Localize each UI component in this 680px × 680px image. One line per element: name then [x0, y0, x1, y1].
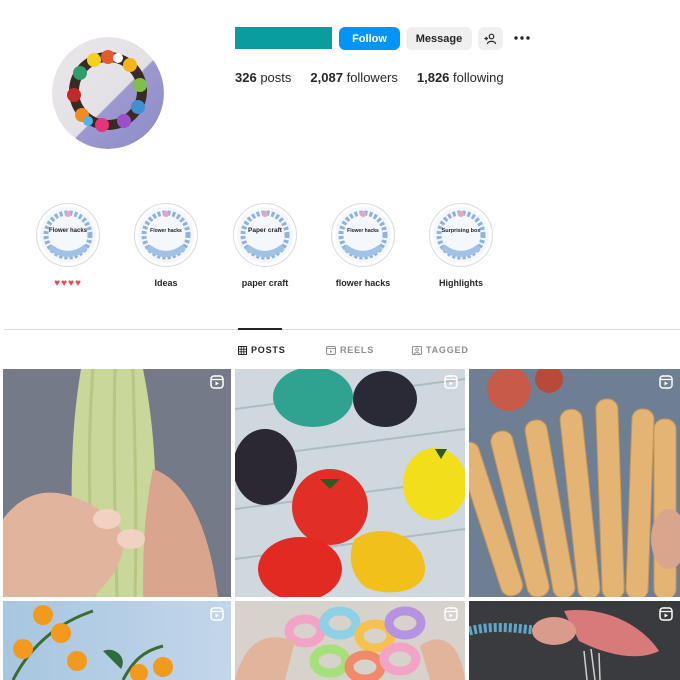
- highlight-label: paper craft: [241, 278, 289, 288]
- highlight-cover-title: Surprising box: [441, 228, 481, 234]
- reel-badge-icon: [659, 375, 673, 389]
- highlight-item[interactable]: Surprising box Highlights: [429, 203, 493, 288]
- posts-count: 326 posts: [235, 70, 292, 85]
- tab-reels[interactable]: REELS: [326, 344, 374, 356]
- post-tile[interactable]: [3, 369, 231, 597]
- follow-button[interactable]: Follow: [339, 27, 400, 50]
- highlight-item[interactable]: Flower hacks ♥♥♥♥: [36, 203, 100, 289]
- highlight-cover: Surprising box: [429, 203, 493, 267]
- reel-badge-icon: [210, 607, 224, 621]
- username-redacted: [235, 27, 332, 49]
- post-tile[interactable]: [469, 601, 680, 680]
- following-count[interactable]: 1,826 following: [417, 70, 504, 86]
- grid-icon: [238, 345, 247, 355]
- highlight-item[interactable]: Paper craft paper craft: [233, 203, 297, 288]
- reel-badge-icon: [210, 375, 224, 389]
- highlight-item[interactable]: Flower hacks Ideas: [134, 203, 198, 288]
- post-thumbnail-sugar-craft: [469, 601, 680, 680]
- highlight-cover: Flower hacks: [331, 203, 395, 267]
- reels-icon: [326, 345, 336, 355]
- highlight-cover: Flower hacks: [134, 203, 198, 267]
- tagged-icon: [412, 345, 422, 355]
- more-options-button[interactable]: [511, 28, 533, 48]
- highlight-cover-title: Paper craft: [248, 227, 282, 234]
- highlight-label: ♥♥♥♥: [54, 278, 82, 289]
- highlight-cover: Paper craft: [233, 203, 297, 267]
- tab-tagged-label: TAGGED: [426, 345, 469, 355]
- reel-badge-icon: [444, 607, 458, 621]
- tab-posts[interactable]: POSTS: [238, 344, 286, 356]
- post-thumbnail-orange-flowers: [3, 601, 231, 680]
- highlight-cover-title: Flower hacks: [150, 228, 182, 234]
- tab-posts-label: POSTS: [251, 345, 286, 355]
- highlight-label: Highlights: [439, 278, 483, 288]
- highlight-cover: Flower hacks: [36, 203, 100, 267]
- profile-avatar[interactable]: [52, 37, 164, 149]
- more-dots-icon: [514, 36, 530, 40]
- profile-stats: 326 posts 2,087 followers 1,826 followin…: [235, 70, 523, 86]
- post-tile[interactable]: [235, 601, 465, 680]
- tab-reels-label: REELS: [340, 345, 375, 355]
- suggest-user-button[interactable]: [478, 27, 503, 50]
- highlight-item[interactable]: Flower hacks flower hacks: [331, 203, 395, 288]
- highlight-cover-title: Flower hacks: [347, 228, 379, 234]
- post-tile[interactable]: [235, 369, 465, 597]
- post-tile[interactable]: [3, 601, 231, 680]
- highlight-label: Ideas: [154, 278, 178, 288]
- message-button[interactable]: Message: [406, 27, 472, 50]
- highlight-label: flower hacks: [335, 278, 391, 288]
- post-thumbnail-corn: [3, 369, 231, 597]
- highlight-cover-title: Flower hacks: [48, 228, 87, 234]
- post-thumbnail-peppers: [235, 369, 465, 597]
- tab-tagged[interactable]: TAGGED: [412, 344, 469, 356]
- followers-count[interactable]: 2,087 followers: [310, 70, 397, 86]
- post-thumbnail-rings: [235, 601, 465, 680]
- post-tile[interactable]: [469, 369, 680, 597]
- reel-badge-icon: [444, 375, 458, 389]
- reel-badge-icon: [659, 607, 673, 621]
- post-thumbnail-popsicle-sticks: [469, 369, 680, 597]
- add-user-icon: [484, 33, 497, 44]
- tabs-divider: [4, 329, 680, 330]
- active-tab-indicator: [238, 328, 282, 330]
